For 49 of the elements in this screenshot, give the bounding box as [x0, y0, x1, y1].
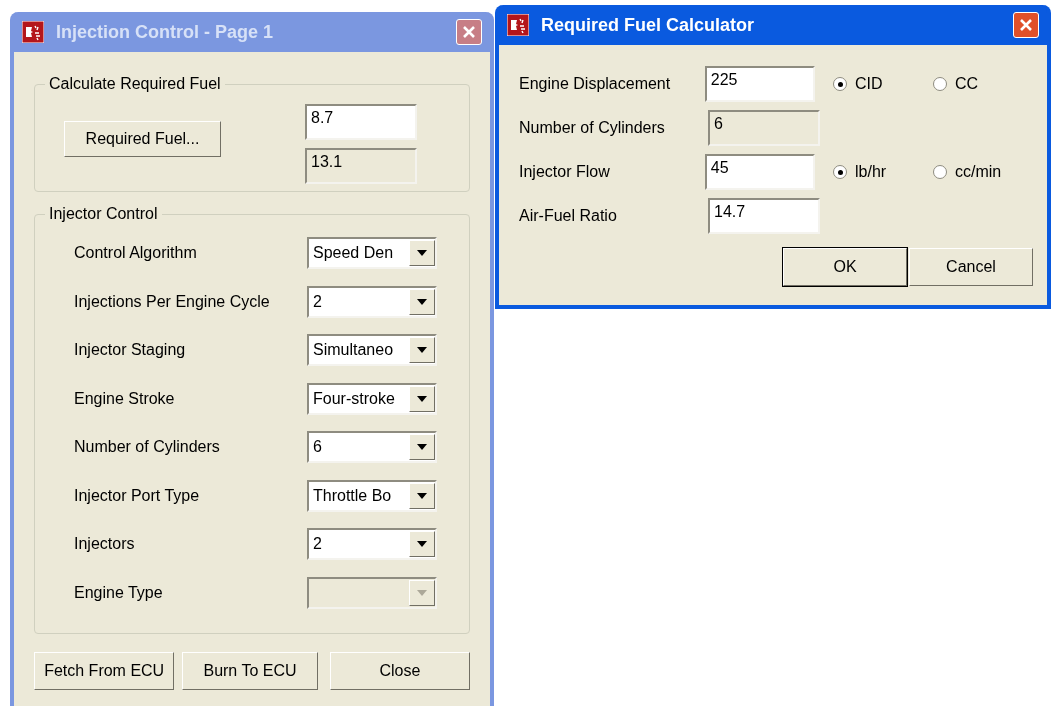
dropdown[interactable]: Throttle Bo [307, 479, 437, 512]
radio-button[interactable] [833, 165, 847, 179]
field-label: Engine Displacement [519, 74, 672, 94]
text-field[interactable]: 14.7 [708, 198, 820, 234]
dropdown[interactable]: 2 [307, 285, 437, 318]
close-button[interactable] [456, 19, 482, 45]
dropdown[interactable]: Speed Den [307, 237, 437, 269]
field-label: Air-Fuel Ratio [519, 206, 618, 226]
dialog-button[interactable]: Burn To ECU [182, 652, 318, 690]
field-label: Number of Cylinders [74, 437, 220, 457]
dialog-button[interactable]: Fetch From ECU [34, 652, 175, 690]
text-field[interactable]: 225 [704, 66, 815, 102]
field-label: Control Algorithm [74, 243, 197, 263]
radio-label: cc/min [955, 162, 1002, 182]
window-title: Required Fuel Calculator [541, 13, 755, 37]
radio-label: CC [955, 74, 979, 94]
radio-button[interactable] [933, 165, 947, 179]
radio-label: CID [855, 74, 883, 94]
dropdown[interactable]: Four-stroke [307, 382, 437, 415]
window-title: Injection Control - Page 1 [56, 20, 274, 44]
field-label: Injector Port Type [74, 485, 200, 506]
radio-button[interactable] [933, 77, 947, 91]
field-label: Injector Flow [519, 162, 611, 182]
dropdown[interactable]: 2 [307, 528, 437, 560]
close-icon [1019, 18, 1033, 32]
text-field[interactable]: 8.7 [305, 104, 417, 140]
group-legend: Calculate Required Fuel [45, 74, 225, 94]
radio-button[interactable] [833, 77, 847, 91]
dropdown[interactable]: 6 [307, 431, 437, 463]
field-label: Injectors [74, 534, 135, 554]
group-legend: Injector Control [45, 204, 162, 224]
text-field[interactable]: 45 [704, 154, 815, 190]
field-label: Engine Stroke [74, 388, 175, 409]
app-icon [22, 21, 44, 43]
close-icon [462, 25, 476, 39]
close-button[interactable] [1013, 12, 1039, 38]
field-label: Injector Staging [74, 340, 186, 360]
field-label: Number of Cylinders [519, 118, 666, 138]
required-fuel-button[interactable]: Required Fuel... [64, 121, 221, 157]
field-label: Injections Per Engine Cycle [74, 291, 270, 312]
dialog-button[interactable]: OK [783, 248, 907, 286]
dialog-button[interactable]: Cancel [909, 248, 1033, 286]
dialog-button[interactable]: Close [329, 652, 470, 690]
app-icon [507, 14, 529, 36]
text-field[interactable]: 13.1 [305, 148, 417, 184]
radio-label: lb/hr [855, 162, 887, 182]
text-field[interactable]: 6 [708, 110, 820, 146]
dropdown[interactable]: Simultaneo [307, 334, 437, 366]
field-label: Engine Type [74, 582, 163, 603]
